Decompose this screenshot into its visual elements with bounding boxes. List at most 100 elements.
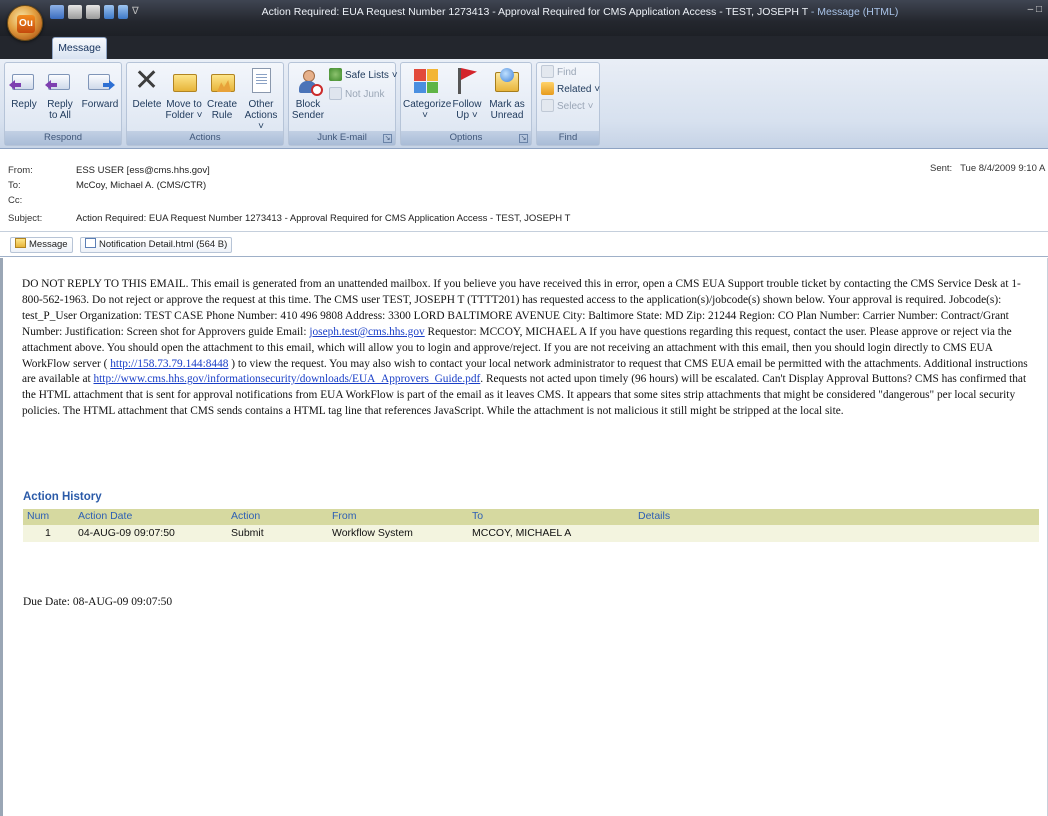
from-label: From: — [8, 165, 33, 176]
group-junk-label: Junk E-mail — [289, 131, 395, 145]
group-junk-email: Block Sender Safe Lists ˅ Not Junk Junk … — [288, 62, 398, 146]
create-label-2: Rule — [211, 110, 233, 121]
not-junk-icon — [329, 87, 342, 100]
cell-num: 1 — [45, 527, 51, 539]
save-icon[interactable] — [50, 5, 64, 19]
options-dialog-launcher-icon[interactable]: ↘ — [519, 134, 528, 143]
safe-lists-button[interactable]: Safe Lists ˅ — [329, 68, 398, 84]
sent-value: Tue 8/4/2009 9:10 A — [960, 163, 1046, 174]
cell-action-date: 04-AUG-09 09:07:50 — [78, 527, 175, 539]
subject-label: Subject: — [8, 213, 43, 224]
previous-item-icon[interactable] — [104, 5, 114, 19]
not-junk-button[interactable]: Not Junk — [329, 87, 384, 103]
minimize-button[interactable]: – □ — [1028, 4, 1042, 15]
delete-label: Delete — [132, 99, 162, 110]
message-header: From: ESS USER [ess@cms.hhs.gov] To: McC… — [0, 150, 1048, 232]
junk-dialog-launcher-icon[interactable]: ↘ — [383, 134, 392, 143]
reply-all-button[interactable]: Reply to All — [43, 66, 77, 121]
col-action: Action — [231, 510, 261, 522]
safe-lists-label: Safe Lists ˅ — [345, 70, 398, 81]
binoculars-icon — [541, 65, 554, 78]
not-junk-label: Not Junk — [345, 89, 385, 100]
cell-to: MCCOY, MICHAEL A — [472, 527, 572, 539]
body-paragraph: DO NOT REPLY TO THIS EMAIL. This email i… — [22, 277, 1034, 420]
from-value[interactable]: ESS USER [ess@cms.hhs.gov] — [76, 165, 210, 176]
categorize-icon — [414, 69, 438, 93]
attachment-file-label: Notification Detail.html (564 B) — [99, 239, 228, 250]
redo-icon[interactable] — [86, 5, 100, 19]
to-label: To: — [8, 180, 21, 191]
select-button[interactable]: Select ˅ — [541, 99, 593, 115]
guide-link[interactable]: http://www.cms.hhs.gov/informationsecuri… — [93, 373, 480, 385]
window-title-app: - Message (HTML) — [807, 6, 899, 18]
attachments-bar: Message Notification Detail.html (564 B) — [0, 233, 1048, 257]
col-from: From — [332, 510, 357, 522]
create-label-1: Create — [206, 99, 237, 110]
sent-label: Sent: — [930, 163, 953, 174]
html-file-icon — [85, 238, 96, 248]
window-title: Action Required: EUA Request Number 1273… — [200, 6, 960, 18]
group-find-label: Find — [537, 131, 599, 145]
group-find: Find Related ˅ Select ˅ Find — [536, 62, 600, 146]
group-actions-label: Actions — [127, 131, 283, 145]
window-title-text: Action Required: EUA Request Number 1273… — [261, 6, 808, 18]
outlook-logo-icon: Ou — [17, 15, 35, 33]
find-button[interactable]: Find — [541, 65, 576, 81]
flag-icon — [458, 68, 461, 94]
title-bar: ∇ Action Required: EUA Request Number 12… — [0, 0, 1048, 36]
group-options-label: Options — [401, 131, 531, 145]
cc-label: Cc: — [8, 195, 23, 206]
create-rule-button[interactable]: Create Rule — [205, 66, 239, 121]
undo-icon[interactable] — [68, 5, 82, 19]
mark-as-unread-button[interactable]: Mark as Unread — [487, 66, 527, 121]
block-label-1: Block — [295, 99, 321, 110]
ribbon: Reply Reply to All Forward Respond ✕ Del… — [0, 59, 1048, 149]
ribbon-tabstrip: Message — [0, 36, 1048, 59]
reply-label: Reply — [11, 99, 37, 110]
to-value[interactable]: McCoy, Michael A. (CMS/CTR) — [76, 180, 206, 191]
other-label-1: Other — [248, 99, 274, 110]
table-header: Num Action Date Action From To Details — [23, 509, 1039, 525]
follow-label-1: Follow — [452, 99, 482, 110]
other-actions-icon — [252, 68, 271, 93]
folder-icon — [173, 74, 197, 92]
select-label: Select ˅ — [557, 101, 594, 112]
move-to-folder-button[interactable]: Move to Folder ˅ — [165, 66, 203, 121]
message-view-button[interactable]: Message — [10, 237, 73, 253]
action-history-table: Num Action Date Action From To Details 1… — [23, 509, 1039, 542]
customize-toolbar-icon[interactable]: ∇ — [132, 5, 142, 19]
other-label-2: Actions ˅ — [244, 110, 278, 132]
next-item-icon[interactable] — [118, 5, 128, 19]
reply-button[interactable]: Reply — [9, 66, 39, 110]
due-date: Due Date: 08-AUG-09 09:07:50 — [23, 596, 173, 608]
move-label-1: Move to — [166, 99, 202, 110]
related-icon — [541, 82, 554, 95]
reply-all-label-2: to All — [49, 110, 71, 121]
categorize-label: Categorize — [403, 99, 452, 110]
follow-up-button[interactable]: Follow Up ˅ — [449, 66, 485, 121]
table-row: 1 04-AUG-09 09:07:50 Submit Workflow Sys… — [23, 525, 1039, 542]
delete-button[interactable]: ✕ Delete — [131, 66, 163, 111]
block-sender-button[interactable]: Block Sender — [291, 66, 325, 121]
col-action-date: Action Date — [78, 510, 133, 522]
tab-message[interactable]: Message — [52, 37, 107, 59]
safe-lists-icon — [329, 68, 342, 81]
email-link[interactable]: joseph.test@cms.hhs.gov — [309, 326, 424, 338]
forward-button[interactable]: Forward — [81, 66, 119, 110]
action-history-heading: Action History — [23, 491, 102, 503]
col-details: Details — [638, 510, 671, 522]
sent-field: Sent: Tue 8/4/2009 9:10 A — [930, 163, 1045, 174]
follow-label-2: Up ˅ — [456, 110, 478, 121]
server-link[interactable]: http://158.73.79.144:8448 — [110, 358, 228, 370]
categorize-button[interactable]: Categorize ˅ — [403, 66, 452, 121]
attachment-file[interactable]: Notification Detail.html (564 B) — [80, 237, 233, 253]
message-view-label: Message — [29, 239, 68, 250]
find-label: Find — [557, 67, 577, 78]
group-respond-label: Respond — [5, 131, 121, 145]
other-actions-button[interactable]: Other Actions ˅ — [241, 66, 281, 132]
message-body: DO NOT REPLY TO THIS EMAIL. This email i… — [0, 258, 1048, 816]
select-icon — [541, 99, 554, 112]
office-button[interactable]: Ou — [7, 5, 43, 41]
mark-label-1: Mark as — [489, 99, 525, 110]
related-button[interactable]: Related ˅ — [541, 82, 600, 98]
